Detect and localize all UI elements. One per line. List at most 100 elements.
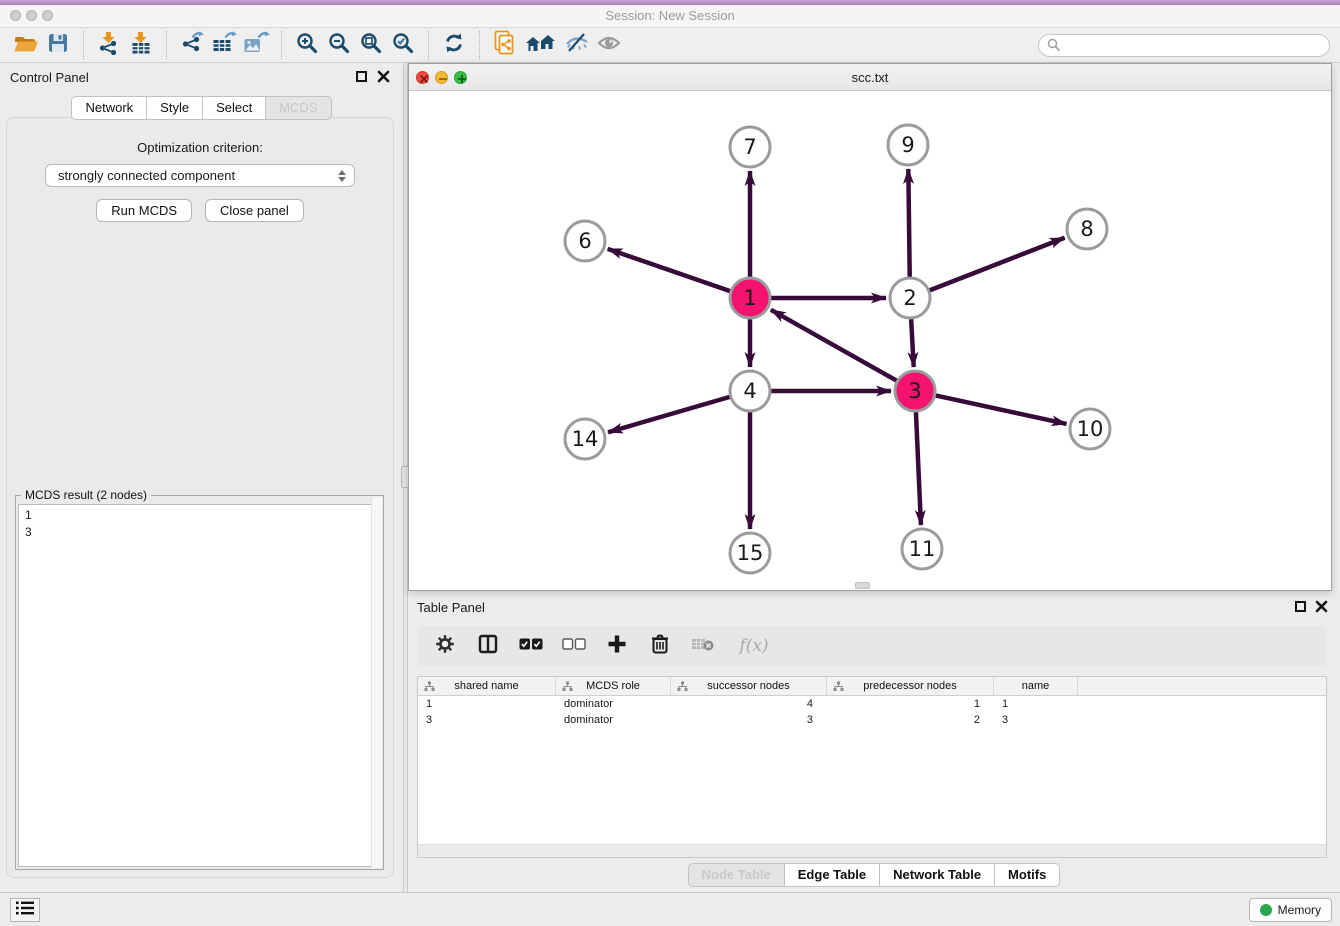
zoom-fit-button[interactable] xyxy=(355,30,387,60)
network-window-title: scc.txt xyxy=(409,70,1331,85)
float-panel-icon[interactable] xyxy=(356,71,367,82)
node-4[interactable]: 4 xyxy=(730,371,770,411)
import-network-button[interactable] xyxy=(93,30,125,60)
edge-3-10[interactable] xyxy=(936,395,1067,423)
export-table-button[interactable] xyxy=(208,30,240,60)
tab-style[interactable]: Style xyxy=(146,96,203,120)
edge-4-14[interactable] xyxy=(608,397,730,432)
open-session-button[interactable] xyxy=(10,30,42,60)
criterion-select[interactable]: strongly connected component xyxy=(45,164,355,187)
edge-1-6[interactable] xyxy=(608,249,730,291)
table-cell[interactable]: dominator xyxy=(556,712,671,728)
node-3[interactable]: 3 xyxy=(895,371,935,411)
close-panel-button[interactable]: Close panel xyxy=(205,199,304,222)
table-cell[interactable]: 3 xyxy=(418,712,556,728)
first-neighbors-button[interactable] xyxy=(521,30,561,60)
table-header-row: shared nameMCDS rolesuccessor nodesprede… xyxy=(418,677,1326,696)
delete-table-button[interactable] xyxy=(689,631,717,661)
node-11[interactable]: 11 xyxy=(902,529,942,569)
close-panel-icon[interactable] xyxy=(377,70,390,83)
table-cell[interactable]: 3 xyxy=(994,712,1078,728)
export-image-button[interactable] xyxy=(240,30,272,60)
table-cell[interactable]: 4 xyxy=(671,696,827,712)
svg-text:2: 2 xyxy=(903,286,916,310)
save-floppy-icon xyxy=(46,31,70,60)
tab-mcds[interactable]: MCDS xyxy=(265,96,331,120)
select-all-button[interactable] xyxy=(517,631,545,661)
tab-node-table[interactable]: Node Table xyxy=(688,863,785,887)
zoom-in-icon xyxy=(295,31,319,60)
result-scrollbar[interactable] xyxy=(371,497,382,868)
export-network-button[interactable] xyxy=(176,30,208,60)
save-session-button[interactable] xyxy=(42,30,74,60)
tab-edge-table[interactable]: Edge Table xyxy=(784,863,880,887)
edge-3-11[interactable] xyxy=(916,412,921,525)
column-header-mcds-role[interactable]: MCDS role xyxy=(556,677,671,695)
node-8[interactable]: 8 xyxy=(1067,209,1107,249)
close-table-panel-icon[interactable] xyxy=(1315,600,1328,613)
delete-column-button[interactable] xyxy=(646,631,674,661)
table-cell[interactable]: 3 xyxy=(671,712,827,728)
tab-network-table[interactable]: Network Table xyxy=(879,863,995,887)
edge-2-9[interactable] xyxy=(908,169,909,277)
node-14[interactable]: 14 xyxy=(565,419,605,459)
table-cell[interactable]: dominator xyxy=(556,696,671,712)
column-header-predecessor-nodes[interactable]: predecessor nodes xyxy=(827,677,994,695)
node-1[interactable]: 1 xyxy=(730,278,770,318)
add-column-button[interactable] xyxy=(603,631,631,661)
columns-icon xyxy=(478,634,498,659)
table-row[interactable]: 1dominator411 xyxy=(418,696,1326,712)
table-cell[interactable]: 2 xyxy=(827,712,994,728)
network-canvas[interactable]: 7 9 6 8 1 2 4 3 14 10 15 11 xyxy=(409,91,1331,590)
eye-slash-icon xyxy=(564,31,590,60)
toolbar-search-field[interactable] xyxy=(1038,34,1330,57)
zoom-in-button[interactable] xyxy=(291,30,323,60)
float-table-panel-icon[interactable] xyxy=(1295,601,1306,612)
show-all-button[interactable] xyxy=(593,30,625,60)
export-table-icon xyxy=(211,31,237,60)
node-15[interactable]: 15 xyxy=(730,533,770,573)
table-settings-button[interactable] xyxy=(431,631,459,661)
apply-layout-button[interactable] xyxy=(438,30,470,60)
network-window-titlebar[interactable]: scc.txt xyxy=(409,64,1331,91)
node-7[interactable]: 7 xyxy=(730,127,770,167)
zoom-selected-button[interactable] xyxy=(387,30,419,60)
unchecked-boxes-icon xyxy=(562,637,586,655)
edge-3-1[interactable] xyxy=(771,310,897,381)
deselect-all-button[interactable] xyxy=(560,631,588,661)
memory-status-icon xyxy=(1260,904,1272,916)
hide-selected-button[interactable] xyxy=(561,30,593,60)
memory-button[interactable]: Memory xyxy=(1249,898,1332,922)
table-cell[interactable]: 1 xyxy=(827,696,994,712)
new-network-from-selection-button[interactable] xyxy=(489,30,521,60)
run-mcds-button[interactable]: Run MCDS xyxy=(96,199,192,222)
show-column-button[interactable] xyxy=(474,631,502,661)
tab-motifs[interactable]: Motifs xyxy=(994,863,1060,887)
search-input[interactable] xyxy=(1067,36,1321,54)
table-cell[interactable]: 1 xyxy=(418,696,556,712)
control-panel-tabs: NetworkStyleSelectMCDS xyxy=(0,96,403,120)
edge-2-3[interactable] xyxy=(911,319,914,367)
svg-text:3: 3 xyxy=(908,379,921,403)
column-header-successor-nodes[interactable]: successor nodes xyxy=(671,677,827,695)
column-header-name[interactable]: name xyxy=(994,677,1078,695)
table-hscroll-track[interactable] xyxy=(418,844,1326,857)
zoom-out-button[interactable] xyxy=(323,30,355,60)
node-6[interactable]: 6 xyxy=(565,221,605,261)
table-row[interactable]: 3dominator323 xyxy=(418,712,1326,728)
import-table-button[interactable] xyxy=(125,30,157,60)
function-builder-button[interactable]: f(x) xyxy=(732,631,776,661)
toolbar-separator xyxy=(166,31,167,59)
table-cell[interactable]: 1 xyxy=(994,696,1078,712)
mcds-result-text[interactable]: 1 3 xyxy=(18,504,381,867)
node-9[interactable]: 9 xyxy=(888,125,928,165)
tab-network[interactable]: Network xyxy=(71,96,147,120)
column-header-shared-name[interactable]: shared name xyxy=(418,677,556,695)
svg-text:8: 8 xyxy=(1080,217,1093,241)
task-history-button[interactable] xyxy=(10,898,40,922)
node-2[interactable]: 2 xyxy=(890,278,930,318)
node-10[interactable]: 10 xyxy=(1070,409,1110,449)
tab-select[interactable]: Select xyxy=(202,96,266,120)
canvas-hscroll-handle[interactable] xyxy=(855,582,870,589)
edge-2-8[interactable] xyxy=(930,238,1065,291)
